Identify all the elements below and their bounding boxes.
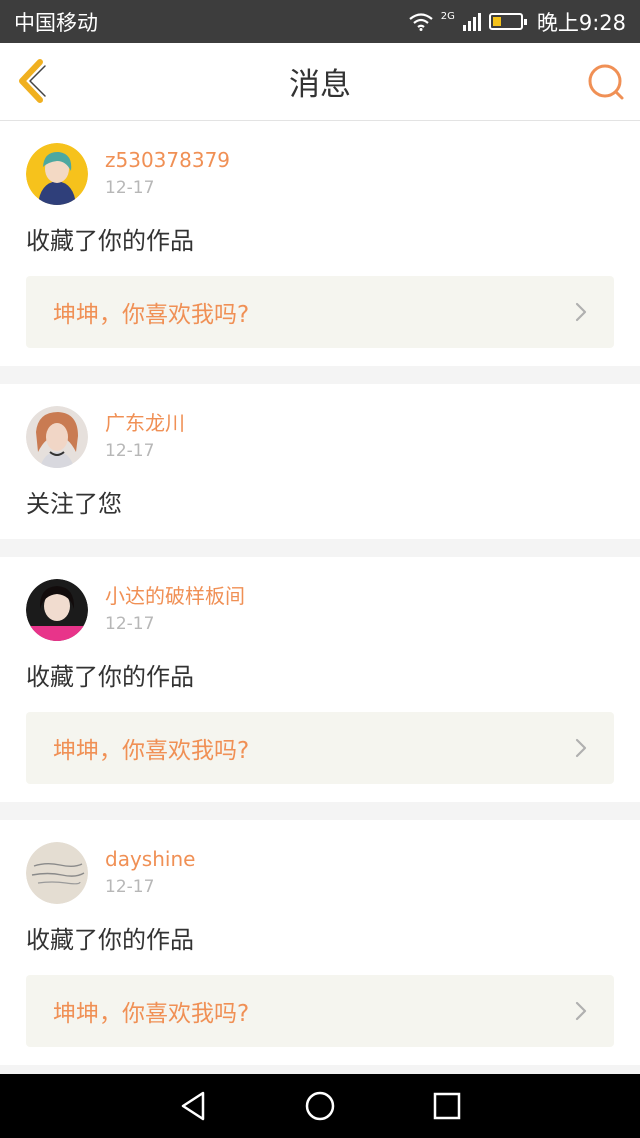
work-title: 坤坤，你喜欢我吗? xyxy=(53,1001,250,1027)
back-triangle-icon[interactable] xyxy=(179,1091,207,1121)
network-type: 2G xyxy=(440,10,455,22)
search-icon xyxy=(588,64,624,100)
status-icons: 2G 晚上9:28 xyxy=(409,7,626,37)
avatar[interactable] xyxy=(26,579,88,641)
avatar[interactable] xyxy=(26,842,88,904)
message-date: 12-17 xyxy=(105,614,155,634)
chevron-right-icon xyxy=(575,302,587,322)
chevron-right-icon xyxy=(575,738,587,758)
message-card: z530378379 12-17 收藏了你的作品 坤坤，你喜欢我吗? xyxy=(0,121,640,366)
chevron-right-icon xyxy=(575,1001,587,1021)
work-link[interactable]: 坤坤，你喜欢我吗? xyxy=(26,712,614,784)
action-text: 收藏了你的作品 xyxy=(26,926,194,954)
action-text: 收藏了你的作品 xyxy=(26,227,194,255)
wifi-icon xyxy=(409,12,433,31)
message-card: 广东龙川 12-17 关注了您 xyxy=(0,384,640,539)
username[interactable]: z530378379 xyxy=(105,147,230,173)
username[interactable]: dayshine xyxy=(105,846,195,872)
battery-icon xyxy=(488,13,527,30)
back-button[interactable] xyxy=(14,57,54,105)
page-title: 消息 xyxy=(289,67,351,103)
work-title: 坤坤，你喜欢我吗? xyxy=(53,302,250,328)
avatar[interactable] xyxy=(26,143,88,205)
signal-icon xyxy=(462,12,481,31)
system-nav-bar xyxy=(0,1074,640,1138)
message-date: 12-17 xyxy=(105,877,155,897)
message-date: 12-17 xyxy=(105,441,155,461)
action-text: 收藏了你的作品 xyxy=(26,663,194,691)
app-header: 消息 xyxy=(0,43,640,121)
username[interactable]: 广东龙川 xyxy=(105,410,185,436)
work-link[interactable]: 坤坤，你喜欢我吗? xyxy=(26,975,614,1047)
work-link[interactable]: 坤坤，你喜欢我吗? xyxy=(26,276,614,348)
carrier-name: 中国移动 xyxy=(14,10,98,35)
username[interactable]: 小达的破样板间 xyxy=(105,583,245,609)
search-button[interactable] xyxy=(586,62,626,102)
message-card: 小达的破样板间 12-17 收藏了你的作品 坤坤，你喜欢我吗? xyxy=(0,557,640,802)
message-date: 12-17 xyxy=(105,178,155,198)
recents-square-icon[interactable] xyxy=(433,1092,461,1120)
message-card: dayshine 12-17 收藏了你的作品 坤坤，你喜欢我吗? xyxy=(0,820,640,1065)
work-title: 坤坤，你喜欢我吗? xyxy=(53,738,250,764)
home-circle-icon[interactable] xyxy=(304,1090,336,1122)
message-list[interactable]: z530378379 12-17 收藏了你的作品 坤坤，你喜欢我吗? 广东龙川 xyxy=(0,121,640,1074)
status-time: 晚上9:28 xyxy=(536,10,626,35)
status-bar: 中国移动 2G 晚上9:28 xyxy=(0,0,640,43)
action-text: 关注了您 xyxy=(26,490,122,518)
avatar[interactable] xyxy=(26,406,88,468)
